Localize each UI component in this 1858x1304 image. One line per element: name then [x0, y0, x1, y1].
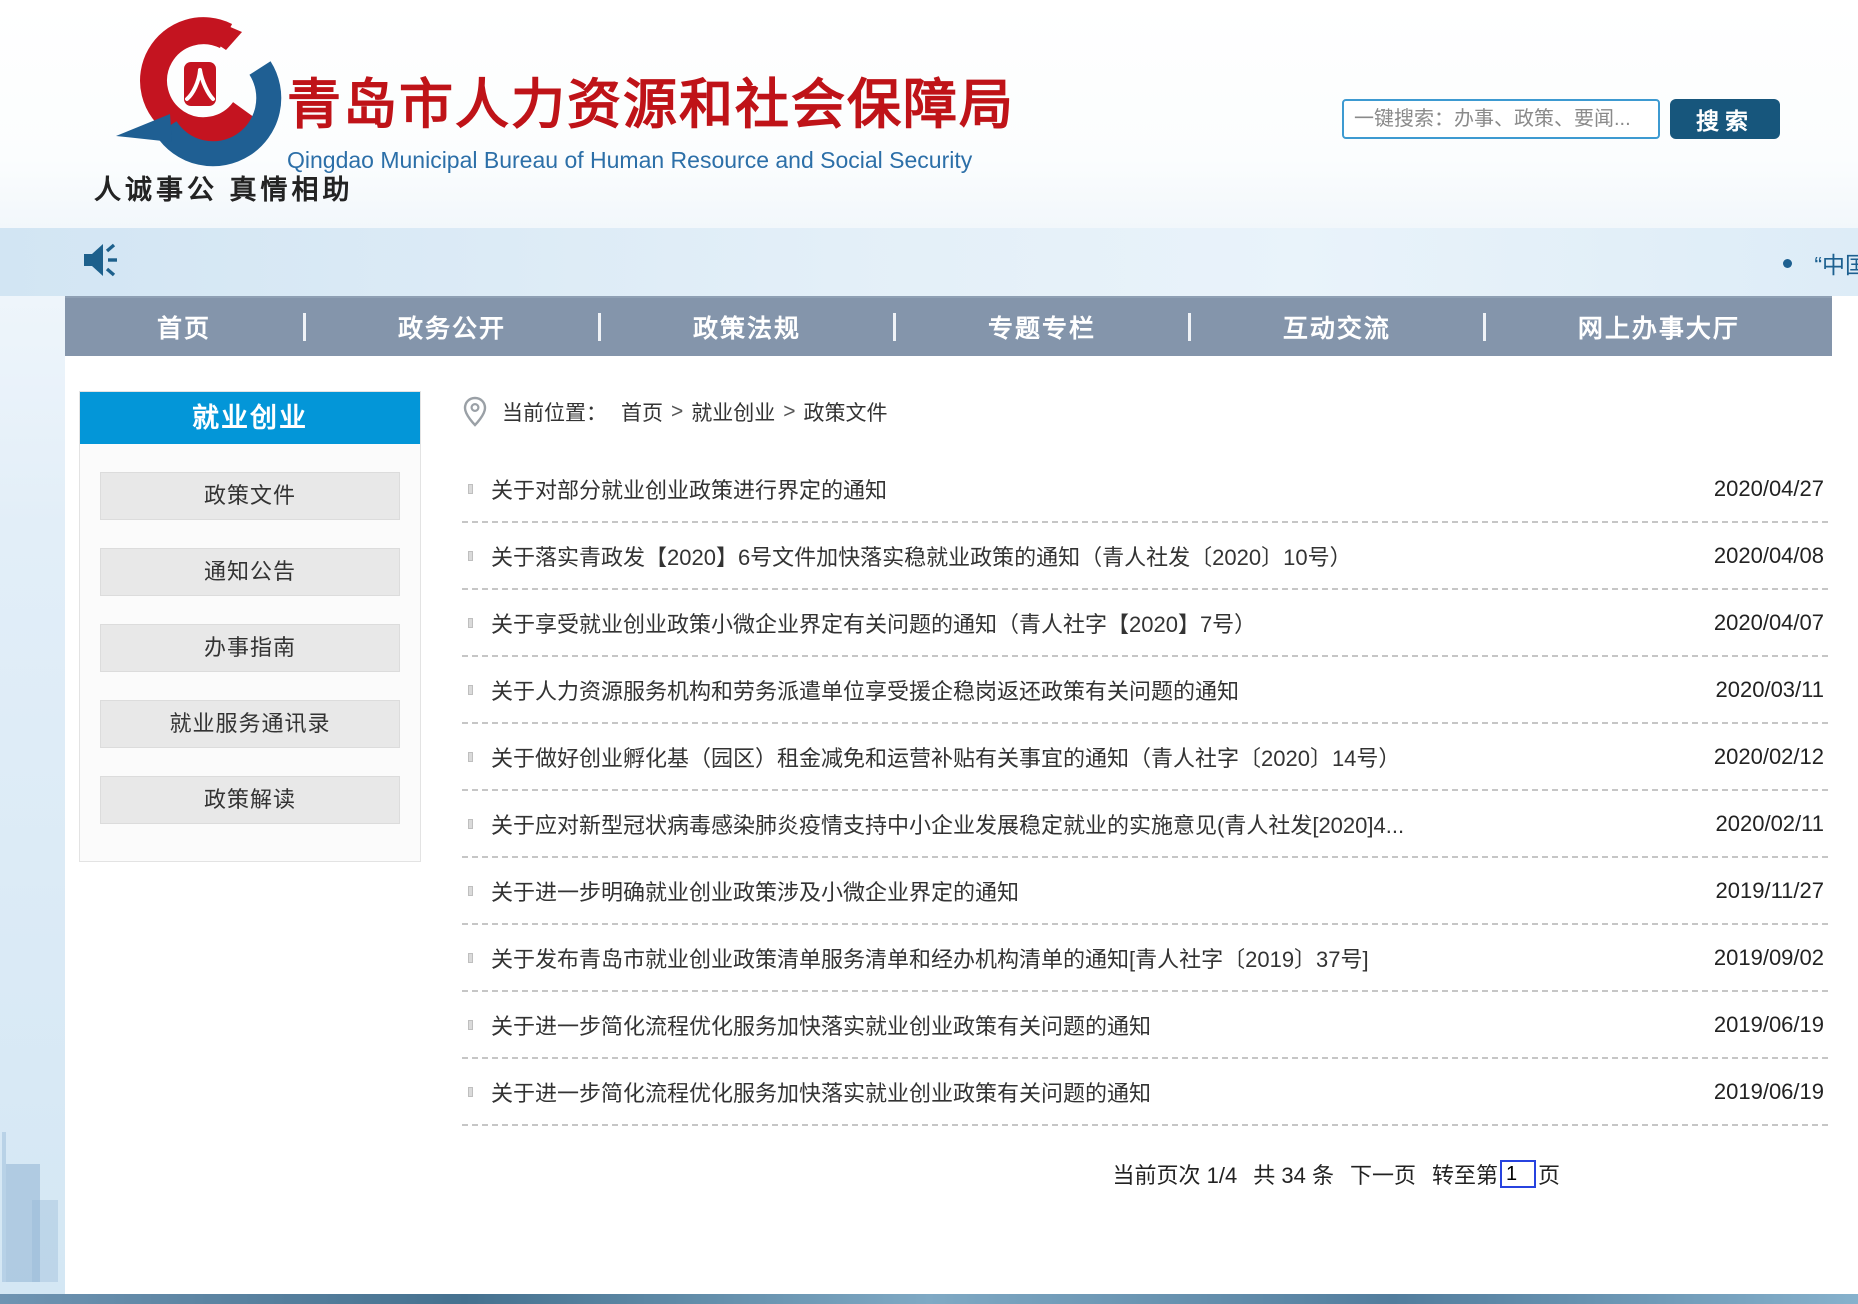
- content-panel: 就业创业 政策文件 通知公告 办事指南 就业服务通讯录 政策解读 当前位置： 首…: [65, 356, 1832, 1294]
- main-navigation: 首页 政务公开 政策法规 专题专栏 互动交流 网上办事大厅: [65, 296, 1832, 356]
- list-item: 关于享受就业创业政策小微企业界定有关问题的通知（青人社字【2020】7号） 20…: [462, 590, 1828, 657]
- breadcrumb-separator: >: [671, 400, 683, 424]
- bullet-icon: [468, 886, 473, 896]
- breadcrumb: 当前位置： 首页 > 就业创业 > 政策文件: [462, 396, 1828, 428]
- document-date: 2020/02/12: [1714, 744, 1828, 770]
- nav-separator: [1188, 313, 1191, 341]
- nav-separator: [598, 313, 601, 341]
- bullet-icon: [468, 1087, 473, 1097]
- breadcrumb-separator: >: [783, 400, 795, 424]
- document-link[interactable]: 关于发布青岛市就业创业政策清单服务清单和经办机构清单的通知[青人社字〔2019〕…: [491, 942, 1369, 974]
- breadcrumb-label: 当前位置：: [502, 397, 607, 427]
- sidebar-item-service-guide[interactable]: 办事指南: [100, 624, 400, 672]
- left-background-strip: [0, 200, 65, 1294]
- list-item: 关于做好创业孵化基（园区）租金减免和运营补贴有关事宜的通知（青人社字〔2020〕…: [462, 724, 1828, 791]
- document-date: 2020/02/11: [1716, 811, 1828, 837]
- site-logo: [108, 10, 308, 170]
- nav-item-special[interactable]: 专题专栏: [988, 309, 1096, 345]
- sidebar: 就业创业 政策文件 通知公告 办事指南 就业服务通讯录 政策解读: [79, 391, 421, 862]
- document-date: 2020/04/08: [1714, 543, 1828, 569]
- document-link[interactable]: 关于进一步明确就业创业政策涉及小微企业界定的通知: [491, 875, 1019, 907]
- document-date: 2019/11/27: [1716, 878, 1828, 904]
- main-column: 当前位置： 首页 > 就业创业 > 政策文件 关于对部分就业创业政策进行界定的通…: [462, 396, 1828, 1190]
- pagination-current: 当前页次 1/4: [1113, 1158, 1238, 1190]
- bullet-icon: [468, 1020, 473, 1030]
- nav-separator: [1483, 313, 1486, 341]
- document-link[interactable]: 关于人力资源服务机构和劳务派遣单位享受援企稳岗返还政策有关问题的通知: [491, 674, 1239, 706]
- document-link[interactable]: 关于进一步简化流程优化服务加快落实就业创业政策有关问题的通知: [491, 1076, 1151, 1108]
- bullet-icon: [468, 484, 473, 494]
- document-link[interactable]: 关于享受就业创业政策小微企业界定有关问题的通知（青人社字【2020】7号）: [491, 607, 1256, 639]
- document-link[interactable]: 关于对部分就业创业政策进行界定的通知: [491, 473, 887, 505]
- speaker-icon[interactable]: [82, 241, 118, 279]
- list-item: 关于落实青政发【2020】6号文件加快落实稳就业政策的通知（青人社发〔2020〕…: [462, 523, 1828, 590]
- document-date: 2019/06/19: [1714, 1079, 1828, 1105]
- bullet-icon: [468, 551, 473, 561]
- nav-item-interaction[interactable]: 互动交流: [1283, 309, 1391, 345]
- breadcrumb-home[interactable]: 首页: [621, 397, 663, 427]
- search-input[interactable]: [1342, 99, 1660, 139]
- pagination-page-input[interactable]: [1500, 1160, 1536, 1188]
- document-date: 2019/09/02: [1714, 945, 1828, 971]
- list-item: 关于发布青岛市就业创业政策清单服务清单和经办机构清单的通知[青人社字〔2019〕…: [462, 925, 1828, 992]
- sidebar-title-employment[interactable]: 就业创业: [80, 392, 420, 444]
- list-item: 关于应对新型冠状病毒感染肺炎疫情支持中小企业发展稳定就业的实施意见(青人社发[2…: [462, 791, 1828, 858]
- search-bar: 搜索: [1342, 99, 1780, 139]
- topbar-link[interactable]: “中国: [1814, 246, 1858, 280]
- pagination-total: 共 34 条: [1253, 1158, 1334, 1190]
- footer-stripe: [0, 1294, 1858, 1304]
- pagination-next-button[interactable]: 下一页: [1350, 1158, 1416, 1190]
- nav-separator: [303, 313, 306, 341]
- location-pin-icon: [462, 396, 488, 428]
- search-button[interactable]: 搜索: [1670, 99, 1780, 139]
- pagination-goto-suffix: 页: [1538, 1158, 1560, 1190]
- sidebar-item-policy-documents[interactable]: 政策文件: [100, 472, 400, 520]
- breadcrumb-category[interactable]: 就业创业: [691, 397, 775, 427]
- top-band: “中国: [0, 228, 1858, 296]
- sidebar-item-contact-directory[interactable]: 就业服务通讯录: [100, 700, 400, 748]
- document-list: 关于对部分就业创业政策进行界定的通知 2020/04/27 关于落实青政发【20…: [462, 456, 1828, 1126]
- document-link[interactable]: 关于做好创业孵化基（园区）租金减免和运营补贴有关事宜的通知（青人社字〔2020〕…: [491, 741, 1400, 773]
- bullet-icon: [1783, 259, 1792, 268]
- page: 人诚事公 真情相助 青岛市人力资源和社会保障局 Qingdao Municipa…: [0, 0, 1858, 1304]
- document-link[interactable]: 关于落实青政发【2020】6号文件加快落实稳就业政策的通知（青人社发〔2020〕…: [491, 540, 1352, 572]
- list-item: 关于对部分就业创业政策进行界定的通知 2020/04/27: [462, 456, 1828, 523]
- nav-item-home[interactable]: 首页: [157, 309, 211, 345]
- nav-separator: [893, 313, 896, 341]
- document-date: 2020/04/07: [1714, 610, 1828, 636]
- list-item: 关于进一步简化流程优化服务加快落实就业创业政策有关问题的通知 2019/06/1…: [462, 992, 1828, 1059]
- bullet-icon: [468, 953, 473, 963]
- document-date: 2020/03/11: [1716, 677, 1828, 703]
- nav-item-gov-affairs[interactable]: 政务公开: [398, 309, 506, 345]
- bullet-icon: [468, 618, 473, 628]
- building-silhouette: [32, 1200, 58, 1282]
- document-date: 2020/04/27: [1714, 476, 1828, 502]
- sidebar-item-notices[interactable]: 通知公告: [100, 548, 400, 596]
- site-header: 人诚事公 真情相助 青岛市人力资源和社会保障局 Qingdao Municipa…: [0, 0, 1858, 228]
- document-link[interactable]: 关于应对新型冠状病毒感染肺炎疫情支持中小企业发展稳定就业的实施意见(青人社发[2…: [491, 808, 1404, 840]
- sidebar-item-policy-interpretation[interactable]: 政策解读: [100, 776, 400, 824]
- breadcrumb-current[interactable]: 政策文件: [804, 397, 888, 427]
- list-item: 关于进一步明确就业创业政策涉及小微企业界定的通知 2019/11/27: [462, 858, 1828, 925]
- nav-item-online-hall[interactable]: 网上办事大厅: [1578, 309, 1740, 345]
- pagination: 当前页次 1/4 共 34 条 下一页 转至第 页: [462, 1158, 1828, 1190]
- document-link[interactable]: 关于进一步简化流程优化服务加快落实就业创业政策有关问题的通知: [491, 1009, 1151, 1041]
- document-date: 2019/06/19: [1714, 1012, 1828, 1038]
- list-item: 关于人力资源服务机构和劳务派遣单位享受援企稳岗返还政策有关问题的通知 2020/…: [462, 657, 1828, 724]
- bullet-icon: [468, 752, 473, 762]
- site-title: 青岛市人力资源和社会保障局: [287, 60, 1015, 139]
- nav-item-policies[interactable]: 政策法规: [693, 309, 801, 345]
- bullet-icon: [468, 685, 473, 695]
- logo-swirl-icon: [108, 10, 308, 170]
- bullet-icon: [468, 819, 473, 829]
- pagination-goto-prefix: 转至第: [1432, 1158, 1498, 1190]
- site-subtitle: Qingdao Municipal Bureau of Human Resour…: [287, 147, 1015, 174]
- list-item: 关于进一步简化流程优化服务加快落实就业创业政策有关问题的通知 2019/06/1…: [462, 1059, 1828, 1126]
